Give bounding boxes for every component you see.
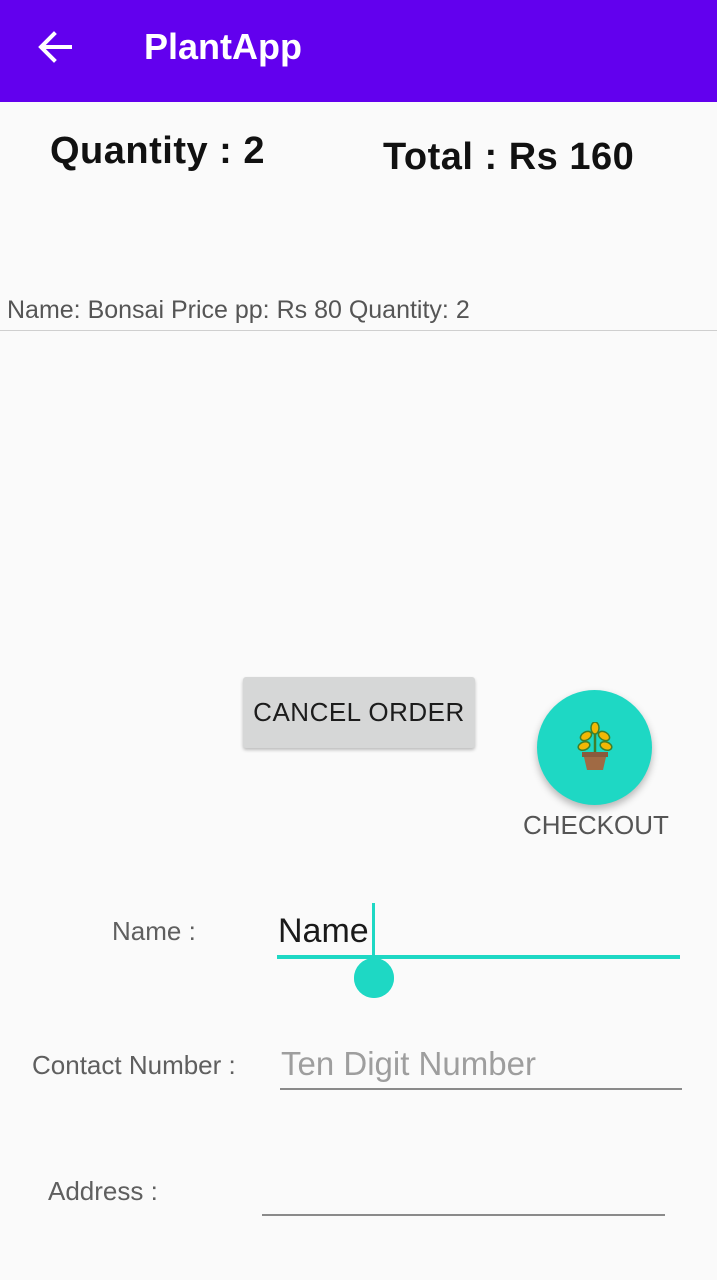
contact-number-input[interactable] (281, 1040, 681, 1088)
back-button[interactable] (30, 24, 82, 70)
cursor-handle-icon[interactable] (354, 958, 394, 998)
cancel-order-button[interactable]: CANCEL ORDER (243, 677, 475, 748)
list-divider (0, 330, 717, 331)
quantity-summary: Quantity : 2 (50, 130, 266, 172)
arrow-left-icon (38, 31, 72, 63)
address-input[interactable] (263, 1168, 663, 1214)
total-summary: Total : Rs 160 (383, 136, 635, 178)
checkout-button[interactable] (537, 690, 652, 805)
address-label: Address : (48, 1176, 158, 1206)
app-title: PlantApp (144, 26, 302, 67)
contact-number-label: Contact Number : (32, 1050, 236, 1080)
contact-input-underline (280, 1088, 682, 1090)
app-bar: PlantApp (0, 0, 717, 102)
potted-plant-icon (577, 722, 613, 770)
name-input-underline (277, 955, 680, 959)
name-input[interactable] (278, 905, 680, 957)
name-label: Name : (112, 916, 196, 946)
text-cursor (372, 903, 375, 961)
checkout-label: CHECKOUT (523, 810, 669, 840)
address-input-underline (262, 1214, 665, 1216)
order-list-item: Name: Bonsai Price pp: Rs 80 Quantity: 2 (7, 296, 470, 324)
